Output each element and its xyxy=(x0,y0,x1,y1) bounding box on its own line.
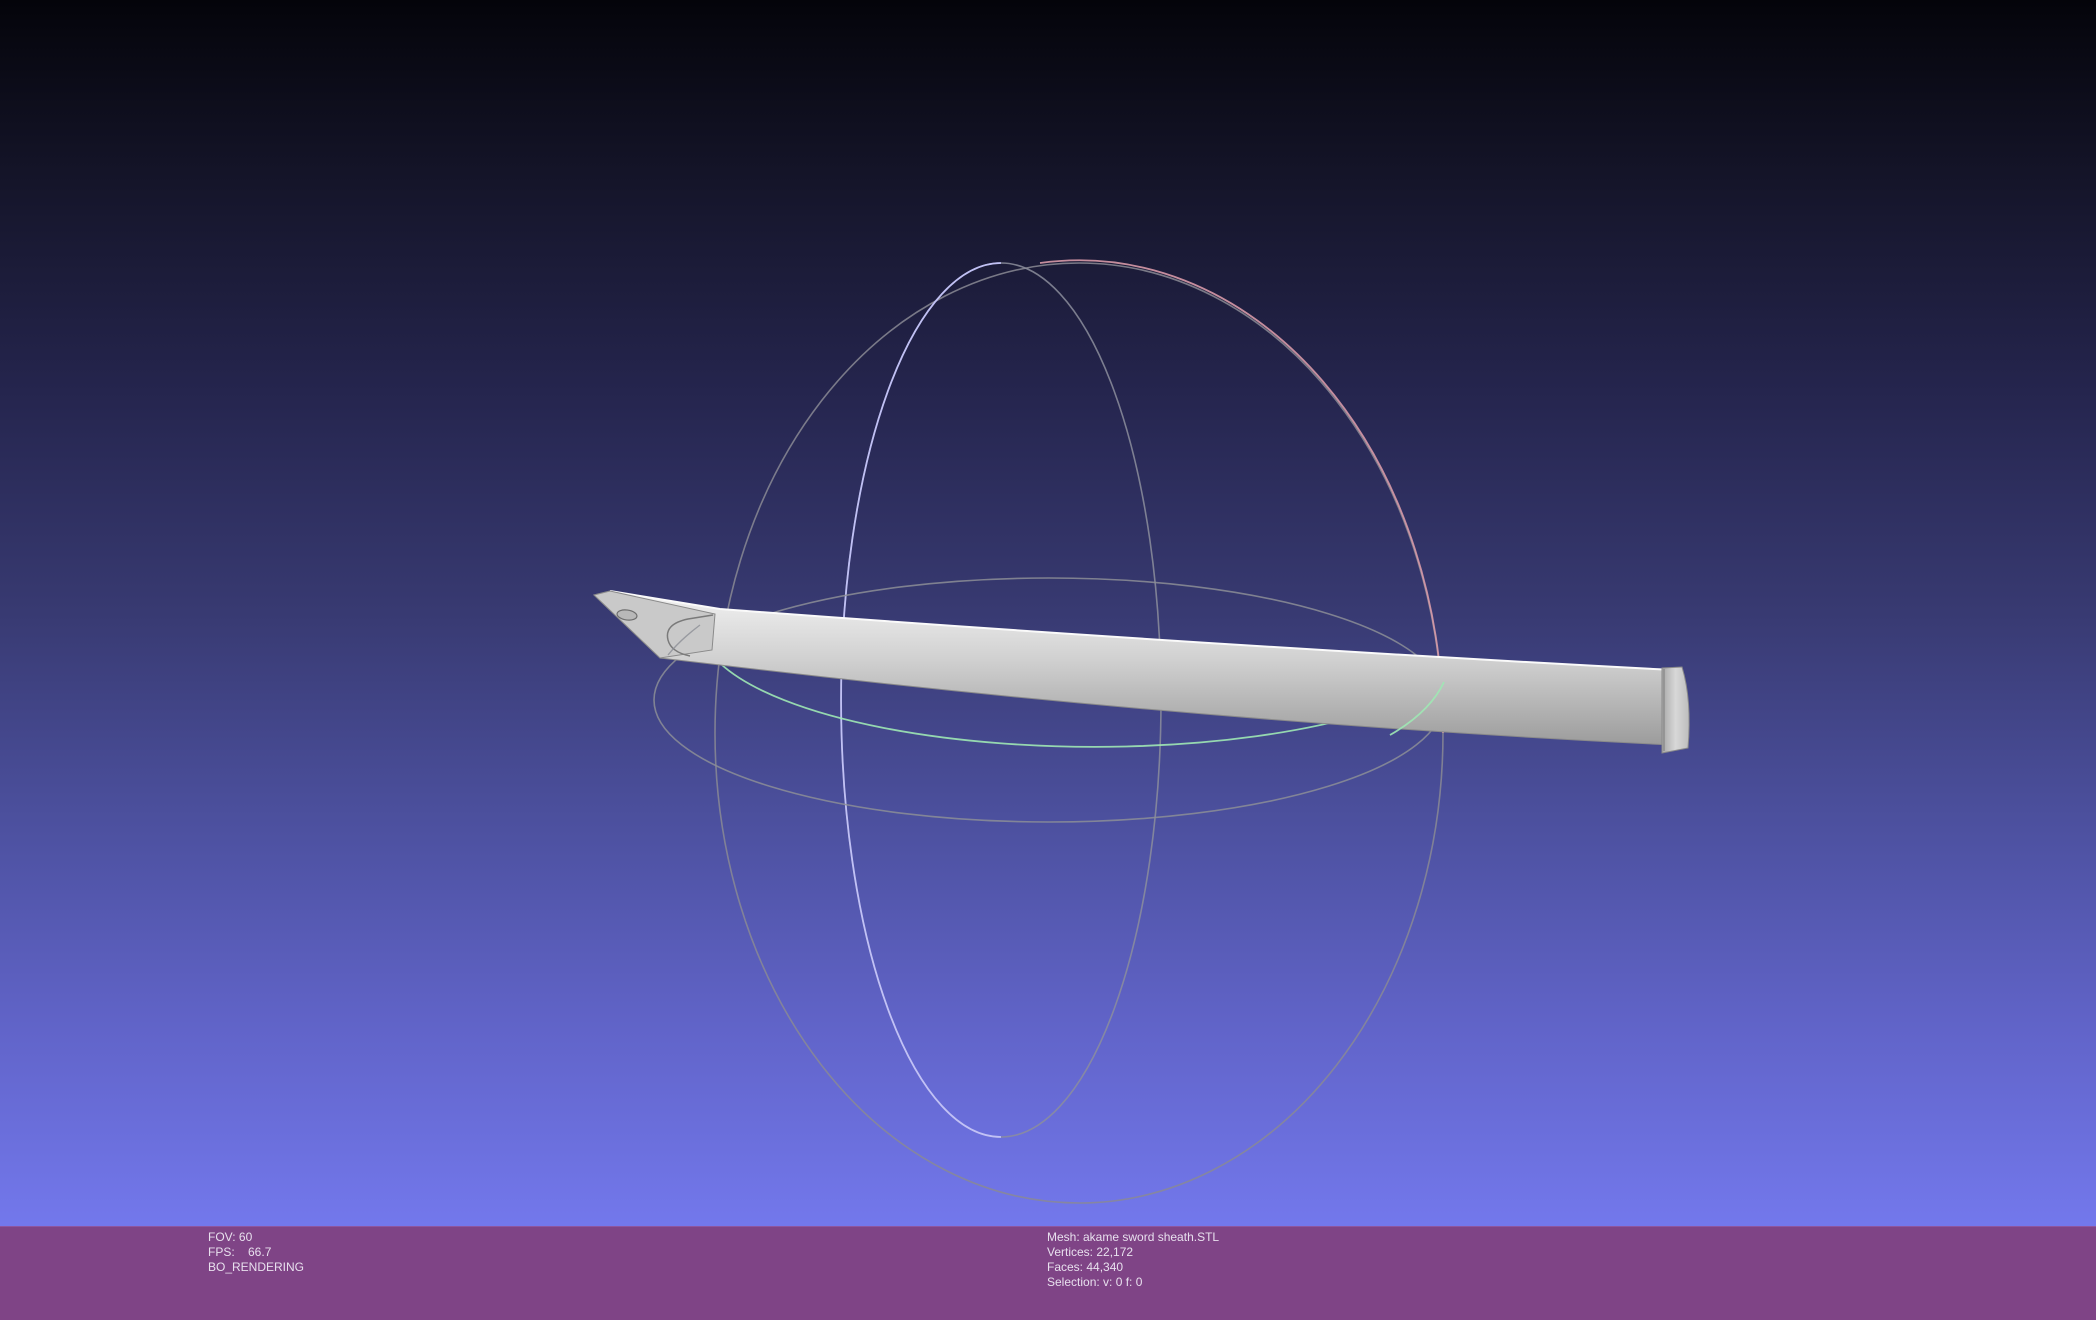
info-bar: FOV: 60 FPS: 66.7 BO_RENDERING Mesh: aka… xyxy=(0,1226,2096,1320)
sheath-body xyxy=(592,590,1673,746)
sheath-end-cap xyxy=(1661,666,1690,754)
rendering-mode: BO_RENDERING xyxy=(208,1260,305,1274)
3d-viewport[interactable] xyxy=(0,0,2096,1226)
sheath-tip xyxy=(592,590,716,659)
trackball-gizmo[interactable] xyxy=(653,259,1445,1204)
sword-sheath-mesh[interactable] xyxy=(592,590,1690,754)
trackball-ring-red[interactable] xyxy=(714,262,1444,1204)
face-count: Faces: 44,340 xyxy=(1047,1260,1124,1274)
fps-readout: FPS: 66.7 xyxy=(208,1245,272,1259)
mesh-name: Mesh: akame sword sheath.STL xyxy=(1047,1230,1220,1244)
selection-count: Selection: v: 0 f: 0 xyxy=(1047,1275,1143,1289)
fov-readout: FOV: 60 xyxy=(208,1230,253,1244)
trackball-ring-blue-highlight xyxy=(840,262,1002,1138)
scene-canvas[interactable] xyxy=(0,0,2096,1226)
mesh-info-panel: Mesh: akame sword sheath.STL Vertices: 2… xyxy=(1047,1230,1219,1290)
vertex-count: Vertices: 22,172 xyxy=(1047,1245,1134,1259)
render-stats-panel: FOV: 60 FPS: 66.7 BO_RENDERING xyxy=(208,1230,304,1275)
